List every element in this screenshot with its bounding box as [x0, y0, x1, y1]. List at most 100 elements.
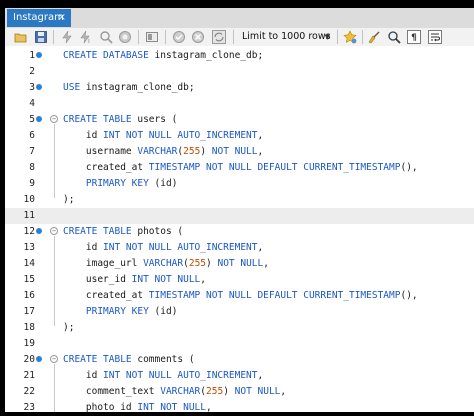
code-text: id INT NOT NULL AUTO_INCREMENT,	[63, 128, 263, 144]
sql-text: ,	[263, 258, 269, 269]
code-text: );	[63, 320, 74, 336]
rollback-icon[interactable]	[191, 30, 205, 44]
code-line[interactable]: 17 PRIMARY KEY (id)	[5, 304, 474, 320]
code-line[interactable]: 13 id INT NOT NULL AUTO_INCREMENT,	[5, 240, 474, 256]
sql-text: );	[63, 322, 75, 333]
sql-keyword: TIMESTAMP NOT NULL DEFAULT CURRENT_TIMES…	[148, 290, 401, 301]
execute-current-icon[interactable]: I	[79, 30, 93, 45]
show-invisibles-icon[interactable]: ¶	[407, 30, 421, 44]
code-text: CREATE TABLE photos (	[63, 224, 183, 240]
autocommit-icon[interactable]	[212, 30, 226, 44]
line-number: 7	[29, 146, 35, 157]
fold-toggle-icon[interactable]: −	[50, 115, 58, 123]
sql-text: ,	[257, 146, 264, 157]
sql-text: id	[63, 370, 104, 381]
tab-title: Instagram	[13, 12, 64, 23]
stop-icon[interactable]	[118, 30, 132, 44]
line-number: 15	[23, 274, 35, 285]
sql-text: photos (	[137, 226, 184, 237]
tab-strip: Instagram ×	[5, 8, 474, 28]
code-text: PRIMARY KEY (id)	[63, 176, 178, 192]
code-line[interactable]: 14 image_url VARCHAR(255) NOT NULL,	[5, 256, 474, 272]
sql-keyword: PRIMARY KEY	[85, 178, 155, 189]
code-line[interactable]: 20 − CREATE TABLE comments (	[5, 352, 474, 368]
code-line[interactable]: 8 created_at TIMESTAMP NOT NULL DEFAULT …	[5, 160, 474, 176]
line-number: 16	[23, 290, 35, 301]
toggle-output-icon[interactable]	[145, 30, 159, 44]
save-icon[interactable]	[34, 30, 48, 44]
word-wrap-icon[interactable]	[428, 30, 442, 44]
search-icon[interactable]	[387, 30, 401, 44]
sql-number: 255	[183, 146, 201, 157]
code-text: id INT NOT NULL AUTO_INCREMENT,	[63, 240, 263, 256]
line-number: 9	[29, 178, 35, 189]
sql-text: created_at	[63, 290, 149, 301]
sql-keyword: USE	[63, 82, 86, 93]
code-line[interactable]: 6 id INT NOT NULL AUTO_INCREMENT,	[5, 128, 474, 144]
sql-text: created_at	[63, 162, 149, 173]
sql-keyword: CREATE DATABASE	[63, 50, 155, 61]
line-number: 1	[29, 50, 35, 61]
line-number: 5	[29, 114, 35, 125]
sql-text: (id)	[154, 306, 178, 317]
code-text: user_id INT NOT NULL,	[63, 272, 206, 288]
fold-toggle-icon[interactable]: −	[50, 227, 58, 235]
code-line[interactable]: 11	[5, 208, 474, 224]
code-line[interactable]: 22 comment_text VARCHAR(255) NOT NULL,	[5, 384, 474, 400]
code-line[interactable]: 12 − CREATE TABLE photos (	[5, 224, 474, 240]
beautify-icon[interactable]	[367, 30, 381, 44]
code-line[interactable]: 21 id INT NOT NULL AUTO_INCREMENT,	[5, 368, 474, 384]
explain-icon[interactable]	[99, 30, 113, 44]
line-number: 20	[23, 354, 35, 365]
code-line[interactable]: 7 username VARCHAR(255) NOT NULL,	[5, 144, 474, 160]
limit-rows-select[interactable]: Limit to 1000 rows ▼	[238, 29, 334, 45]
sql-keyword: INT NOT NULL AUTO_INCREMENT	[103, 130, 258, 141]
sql-toolbar: I Limit to 1000 rows ▼ ¶	[5, 28, 474, 47]
code-line[interactable]: 2	[5, 64, 474, 80]
statement-marker-icon	[36, 116, 42, 122]
code-text: CREATE DATABASE instagram_clone_db;	[63, 48, 263, 64]
line-number: 14	[23, 258, 35, 269]
code-line[interactable]: 19	[5, 336, 474, 352]
code-text: comment_text VARCHAR(255) NOT NULL,	[63, 384, 286, 400]
sql-keyword: INT NOT NULL	[131, 274, 201, 285]
sql-text: instagram_clone_db;	[154, 50, 264, 61]
code-line[interactable]: 18);	[5, 320, 474, 336]
line-number: 12	[23, 226, 35, 237]
sql-keyword: NOT NULL	[234, 386, 281, 397]
code-text: CREATE TABLE comments (	[63, 352, 195, 368]
sql-keyword: CREATE TABLE	[63, 226, 138, 237]
sql-text: )	[223, 386, 235, 397]
statement-marker-icon	[36, 356, 42, 362]
statement-marker-icon	[36, 84, 42, 90]
sql-keyword: VARCHAR	[143, 258, 184, 269]
code-line[interactable]: 4	[5, 96, 474, 112]
fold-toggle-icon[interactable]: −	[50, 355, 58, 363]
sql-text: id	[63, 130, 104, 141]
chevron-down-icon: ▼	[324, 33, 330, 41]
line-number: 3	[29, 82, 35, 93]
execute-icon[interactable]	[60, 30, 74, 44]
code-line[interactable]: 9 PRIMARY KEY (id)	[5, 176, 474, 192]
code-line[interactable]: 3 USE instagram_clone_db;	[5, 80, 474, 96]
sql-text: users (	[137, 114, 178, 125]
line-number: 4	[29, 98, 35, 109]
code-text: image_url VARCHAR(255) NOT NULL,	[63, 256, 269, 272]
code-line[interactable]: 15 user_id INT NOT NULL,	[5, 272, 474, 288]
sql-text: (),	[400, 162, 418, 173]
sql-editor[interactable]: 1 CREATE DATABASE instagram_clone_db; 2 3 US…	[5, 46, 474, 413]
line-number: 18	[23, 322, 35, 333]
tab-close-icon[interactable]: ×	[58, 9, 66, 27]
code-line[interactable]: 5 − CREATE TABLE users (	[5, 112, 474, 128]
open-file-icon[interactable]	[14, 30, 28, 44]
commit-icon[interactable]	[172, 30, 186, 44]
line-number: 19	[23, 338, 35, 349]
bookmark-star-icon[interactable]	[343, 30, 357, 44]
code-line[interactable]: 1 CREATE DATABASE instagram_clone_db;	[5, 48, 474, 64]
code-line[interactable]: 10);	[5, 192, 474, 208]
sql-text: ,	[257, 370, 264, 381]
sql-text: id	[63, 242, 104, 253]
code-line[interactable]: 16 created_at TIMESTAMP NOT NULL DEFAULT…	[5, 288, 474, 304]
code-text: id INT NOT NULL AUTO_INCREMENT,	[63, 368, 263, 384]
tab-instagram[interactable]: Instagram ×	[7, 9, 71, 27]
